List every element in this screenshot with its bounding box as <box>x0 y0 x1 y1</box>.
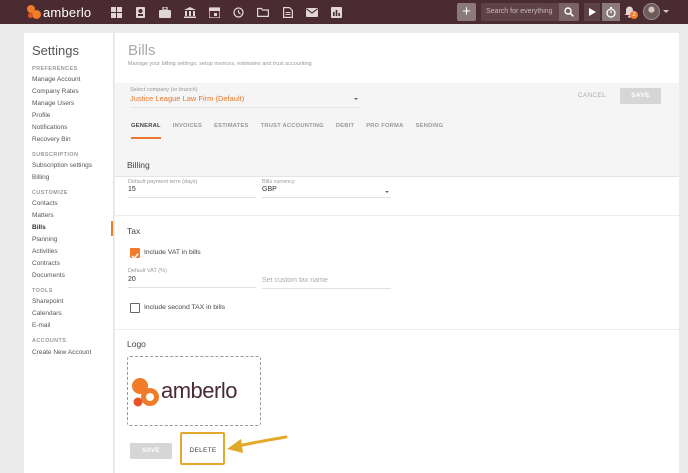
page-title: Bills <box>128 42 156 59</box>
sidebar-item-planning[interactable]: Planning <box>32 236 57 243</box>
page-subtitle: Manage your billing settings, setup invo… <box>128 61 312 67</box>
sidebar-item-sharepoint[interactable]: Sharepoint <box>32 298 63 305</box>
checkmark-icon <box>131 253 139 260</box>
second-tax-checkbox[interactable] <box>130 303 140 313</box>
default-vat-input[interactable]: 20 <box>128 276 256 288</box>
section-divider <box>115 329 679 330</box>
sidebar-item-activities[interactable]: Activities <box>32 248 58 255</box>
sidebar-title: Settings <box>32 43 79 58</box>
sidebar-section-preferences: PREFERENCES <box>32 66 78 72</box>
reports-icon[interactable] <box>330 5 344 19</box>
sidebar-item-manage-account[interactable]: Manage Account <box>32 76 80 83</box>
payment-term-input[interactable]: 15 <box>128 186 256 198</box>
logo-upload-area[interactable]: amberlo <box>127 356 261 426</box>
company-select[interactable]: Justice League Law Firm (Default) <box>130 94 360 108</box>
matters-icon[interactable] <box>158 5 172 19</box>
sidebar-item-email[interactable]: E-mail <box>32 322 50 329</box>
brand-logo[interactable]: amberlo <box>27 4 92 20</box>
sidebar-section-customize: CUSTOMIZE <box>32 190 68 196</box>
sidebar-item-calendars[interactable]: Calendars <box>32 310 62 317</box>
tax-heading: Tax <box>127 226 141 236</box>
chevron-down-icon[interactable] <box>385 191 389 193</box>
default-vat-label: Default VAT (%) <box>128 268 167 274</box>
cancel-button[interactable]: CANCEL <box>572 89 612 103</box>
mail-icon[interactable] <box>305 5 319 19</box>
sidebar-item-contacts[interactable]: Contacts <box>32 200 58 207</box>
sidebar-item-billing[interactable]: Billing <box>32 174 49 181</box>
start-timer-button[interactable] <box>584 3 600 21</box>
activities-icon[interactable] <box>232 5 246 19</box>
sidebar-section-tools: TOOLS <box>32 288 53 294</box>
sidebar-item-contracts[interactable]: Contracts <box>32 260 60 267</box>
sidebar-item-matters[interactable]: Matters <box>32 212 54 219</box>
amberlo-logo-icon <box>27 5 41 19</box>
tab-pro-forma[interactable]: PRO FORMA <box>366 117 403 139</box>
play-icon <box>588 8 596 16</box>
sidebar-item-profile[interactable]: Profile <box>32 112 50 119</box>
sidebar-section-subscription: SUBSCRIPTION <box>32 152 79 158</box>
tab-debit[interactable]: DEBIT <box>336 117 354 139</box>
section-divider <box>115 215 679 216</box>
contacts-icon[interactable] <box>134 5 148 19</box>
top-navigation-bar: amberlo + Search for everything 2 <box>0 0 688 24</box>
add-new-button[interactable]: + <box>457 3 476 21</box>
dashboard-icon[interactable] <box>109 5 123 19</box>
chevron-down-icon[interactable] <box>354 98 358 100</box>
currency-label: Bills currency <box>262 179 295 185</box>
tab-estimates[interactable]: ESTIMATES <box>214 117 249 139</box>
second-tax-label[interactable]: Include second TAX in bills <box>144 304 225 311</box>
sidebar-item-company-rates[interactable]: Company Rates <box>32 88 79 95</box>
settings-tabs: GENERAL INVOICES ESTIMATES TRUST ACCOUNT… <box>115 117 443 139</box>
user-avatar[interactable] <box>643 3 660 20</box>
tab-invoices[interactable]: INVOICES <box>173 117 202 139</box>
global-search-input[interactable]: Search for everything <box>481 3 559 21</box>
sidebar-section-accounts: ACCOUNTS <box>32 338 67 344</box>
chevron-down-icon[interactable] <box>663 10 669 13</box>
sidebar-item-manage-users[interactable]: Manage Users <box>32 100 74 107</box>
timer-button[interactable] <box>602 3 620 21</box>
sidebar-item-subscription-settings[interactable]: Subscription settings <box>32 162 92 169</box>
search-button[interactable] <box>559 3 579 21</box>
save-button[interactable]: SAVE <box>620 88 661 104</box>
tab-trust-accounting[interactable]: TRUST ACCOUNTING <box>261 117 324 139</box>
include-vat-checkbox[interactable] <box>130 248 140 260</box>
sidebar-item-documents[interactable]: Documents <box>32 272 65 279</box>
settings-sidebar: Settings PREFERENCES Manage Account Comp… <box>24 33 114 473</box>
calendar-icon[interactable] <box>207 5 221 19</box>
documents-icon[interactable] <box>281 5 295 19</box>
logo-heading: Logo <box>127 339 146 349</box>
sidebar-item-notifications[interactable]: Notifications <box>32 124 67 131</box>
billing-heading: Billing <box>127 160 150 170</box>
tab-sending[interactable]: SENDING <box>415 117 443 139</box>
company-select-label: Select company (or branch) <box>130 87 198 93</box>
payment-term-label: Default payment term (days) <box>128 179 198 185</box>
folder-icon[interactable] <box>256 5 270 19</box>
custom-tax-name-input[interactable]: Set custom tax name <box>262 277 391 289</box>
tab-general[interactable]: GENERAL <box>131 117 161 139</box>
include-vat-label[interactable]: Include VAT in bills <box>144 249 201 256</box>
bank-icon[interactable] <box>183 5 197 19</box>
currency-select[interactable]: GBP <box>262 186 391 198</box>
sidebar-item-recovery-bin[interactable]: Recovery Bin <box>32 136 71 143</box>
stopwatch-icon <box>606 6 616 18</box>
delete-highlight-box <box>180 432 225 465</box>
search-icon <box>564 7 574 17</box>
logo-save-button[interactable]: SAVE <box>130 443 172 459</box>
amberlo-logo-icon <box>132 378 159 407</box>
sidebar-item-bills[interactable]: Bills <box>32 224 46 231</box>
active-item-indicator <box>111 221 113 236</box>
brand-name: amberlo <box>43 4 92 20</box>
logo-wordmark: amberlo <box>161 378 237 403</box>
main-content: Bills Manage your billing settings, setu… <box>115 33 679 473</box>
notification-count-badge: 2 <box>630 11 638 19</box>
sidebar-item-create-new-account[interactable]: Create New Account <box>32 349 91 356</box>
